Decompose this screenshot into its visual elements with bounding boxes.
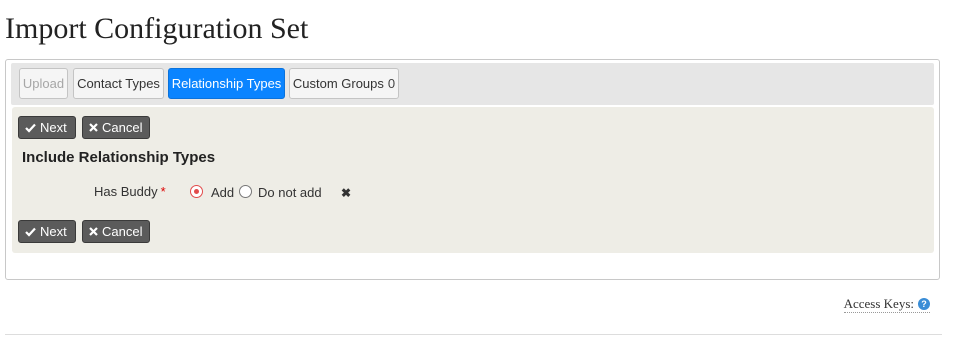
tab-custom-groups-label: Custom Groups xyxy=(292,76,384,91)
radio-add-label[interactable]: Add xyxy=(211,185,234,200)
radio-do-not-add-label[interactable]: Do not add xyxy=(258,185,322,200)
required-marker: * xyxy=(160,184,166,199)
tab-custom-groups-count: 0 xyxy=(387,76,396,91)
check-icon xyxy=(25,227,36,237)
radio-do-not-add[interactable] xyxy=(239,185,252,198)
next-button-label: Next xyxy=(40,120,67,135)
tab-relationship-types[interactable]: Relationship Types xyxy=(168,68,285,99)
access-keys-link[interactable]: Access Keys: ? xyxy=(843,296,930,313)
cancel-button-label: Cancel xyxy=(102,120,143,135)
cancel-button-top[interactable]: Cancel xyxy=(82,116,150,139)
form-content: Next Cancel Include Relationship Types H… xyxy=(12,107,934,253)
help-icon: ? xyxy=(918,298,930,310)
wizard-tabbar: Upload Contact Types Relationship Types … xyxy=(11,63,934,105)
tab-custom-groups[interactable]: Custom Groups 0 xyxy=(289,68,399,99)
next-button-label: Next xyxy=(40,224,67,239)
cancel-button-label: Cancel xyxy=(102,224,143,239)
check-icon xyxy=(25,123,36,133)
next-button-bottom[interactable]: Next xyxy=(18,220,76,243)
tab-upload-label: Upload xyxy=(22,76,65,91)
field-label-has-buddy: Has Buddy * xyxy=(94,184,166,199)
radio-add[interactable] xyxy=(190,185,203,198)
clear-selection-icon[interactable]: ✖ xyxy=(341,186,351,200)
tab-contact-types[interactable]: Contact Types xyxy=(73,68,164,99)
section-title: Include Relationship Types xyxy=(22,149,216,166)
cancel-button-bottom[interactable]: Cancel xyxy=(82,220,150,243)
tab-upload: Upload xyxy=(19,68,68,99)
page-title: Import Configuration Set xyxy=(5,12,309,45)
access-keys-label: Access Keys: xyxy=(843,296,914,311)
tab-contact-types-label: Contact Types xyxy=(77,76,160,91)
footer-divider xyxy=(5,334,942,335)
next-button-top[interactable]: Next xyxy=(18,116,76,139)
close-icon xyxy=(89,123,98,132)
field-label-text: Has Buddy xyxy=(94,184,158,199)
wizard-panel: Upload Contact Types Relationship Types … xyxy=(5,59,940,280)
close-icon xyxy=(89,227,98,236)
tab-relationship-types-label: Relationship Types xyxy=(171,76,282,91)
